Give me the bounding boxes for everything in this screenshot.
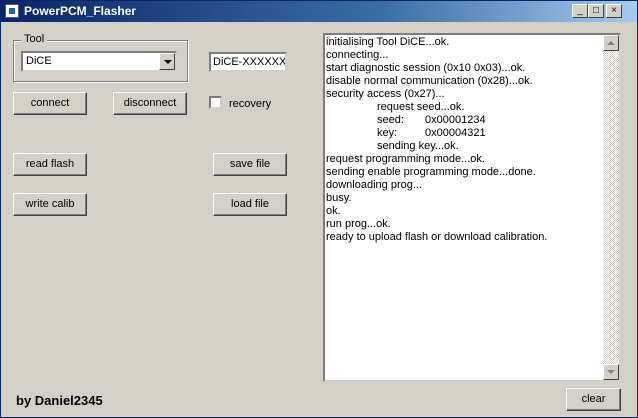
chevron-down-icon[interactable] [159, 53, 175, 70]
log-line-text: run prog...ok. [326, 218, 391, 230]
recovery-checkbox[interactable] [209, 96, 222, 109]
log-line-text: busy. [326, 192, 352, 204]
log-line: key: 0x00004321 [326, 127, 604, 140]
log-line-text: initialising Tool DiCE...ok. [326, 36, 450, 48]
log-line: sending key...ok. [326, 140, 604, 153]
log-line: sending enable programming mode...done. [326, 166, 604, 179]
log-output[interactable]: initialising Tool DiCE...ok. connecting..… [323, 33, 621, 382]
log-line-text: security access (0x27)... [326, 88, 445, 100]
clear-button[interactable]: clear [566, 388, 621, 411]
recovery-label: recovery [229, 98, 272, 110]
log-line-text: sending key...ok. [377, 140, 459, 152]
log-line: request seed...ok. [326, 101, 604, 114]
log-line: start diagnostic session (0x10 0x03)...o… [326, 62, 604, 75]
log-line-text: ready to upload flash or download calibr… [326, 231, 548, 243]
log-line: initialising Tool DiCE...ok. [326, 36, 604, 49]
log-line: run prog...ok. [326, 218, 604, 231]
save-file-button[interactable]: save file [213, 153, 287, 176]
log-line-text: connecting... [326, 49, 389, 61]
log-line: security access (0x27)... [326, 88, 604, 101]
log-line-text: ok. [326, 205, 341, 217]
write-calib-button[interactable]: write calib [13, 193, 87, 216]
scroll-down-arrow-icon[interactable] [603, 364, 619, 380]
log-line-text: downloading prog... [326, 179, 423, 191]
author-credit: by Daniel2345 [16, 393, 103, 408]
log-line: downloading prog... [326, 179, 604, 192]
log-scrollbar[interactable] [603, 35, 619, 380]
log-line: disable normal communication (0x28)...ok… [326, 75, 604, 88]
title-bar[interactable]: PowerPCM_Flasher _ □ × [1, 1, 637, 22]
log-line: ready to upload flash or download calibr… [326, 231, 604, 244]
log-line: connecting... [326, 49, 604, 62]
window-title: PowerPCM_Flasher [24, 4, 137, 18]
log-line-text: request programming mode...ok. [326, 153, 485, 165]
log-line: ok. [326, 205, 604, 218]
log-line-text: seed: [377, 114, 404, 126]
log-line-value: 0x00004321 [425, 127, 486, 139]
log-line-value: 0x00001234 [425, 114, 486, 126]
log-line-text: sending enable programming mode...done. [326, 166, 536, 178]
device-id-field[interactable]: DiCE-XXXXXX [209, 52, 287, 72]
log-lines: initialising Tool DiCE...ok. connecting..… [326, 36, 604, 244]
log-line-text: key: [377, 127, 398, 139]
read-flash-button[interactable]: read flash [13, 153, 87, 176]
load-file-button[interactable]: load file [213, 193, 287, 216]
minimize-button[interactable]: _ [572, 4, 588, 18]
maximize-button[interactable]: □ [588, 4, 604, 18]
close-button[interactable]: × [606, 4, 622, 18]
tool-select[interactable]: DiCE [21, 51, 177, 72]
log-line-text: start diagnostic session (0x10 0x03)...o… [326, 62, 526, 74]
log-line: busy. [326, 192, 604, 205]
disconnect-button[interactable]: disconnect [113, 92, 187, 115]
log-line-text: request seed...ok. [377, 101, 465, 113]
log-line: seed: 0x00001234 [326, 114, 604, 127]
connect-button[interactable]: connect [13, 92, 87, 115]
log-line-text: disable normal communication (0x28)...ok… [326, 75, 533, 87]
tool-select-value: DiCE [26, 55, 52, 67]
scroll-up-arrow-icon[interactable] [603, 35, 619, 51]
tool-group-legend: Tool [21, 33, 48, 45]
log-line: request programming mode...ok. [326, 153, 604, 166]
app-icon [5, 4, 19, 18]
